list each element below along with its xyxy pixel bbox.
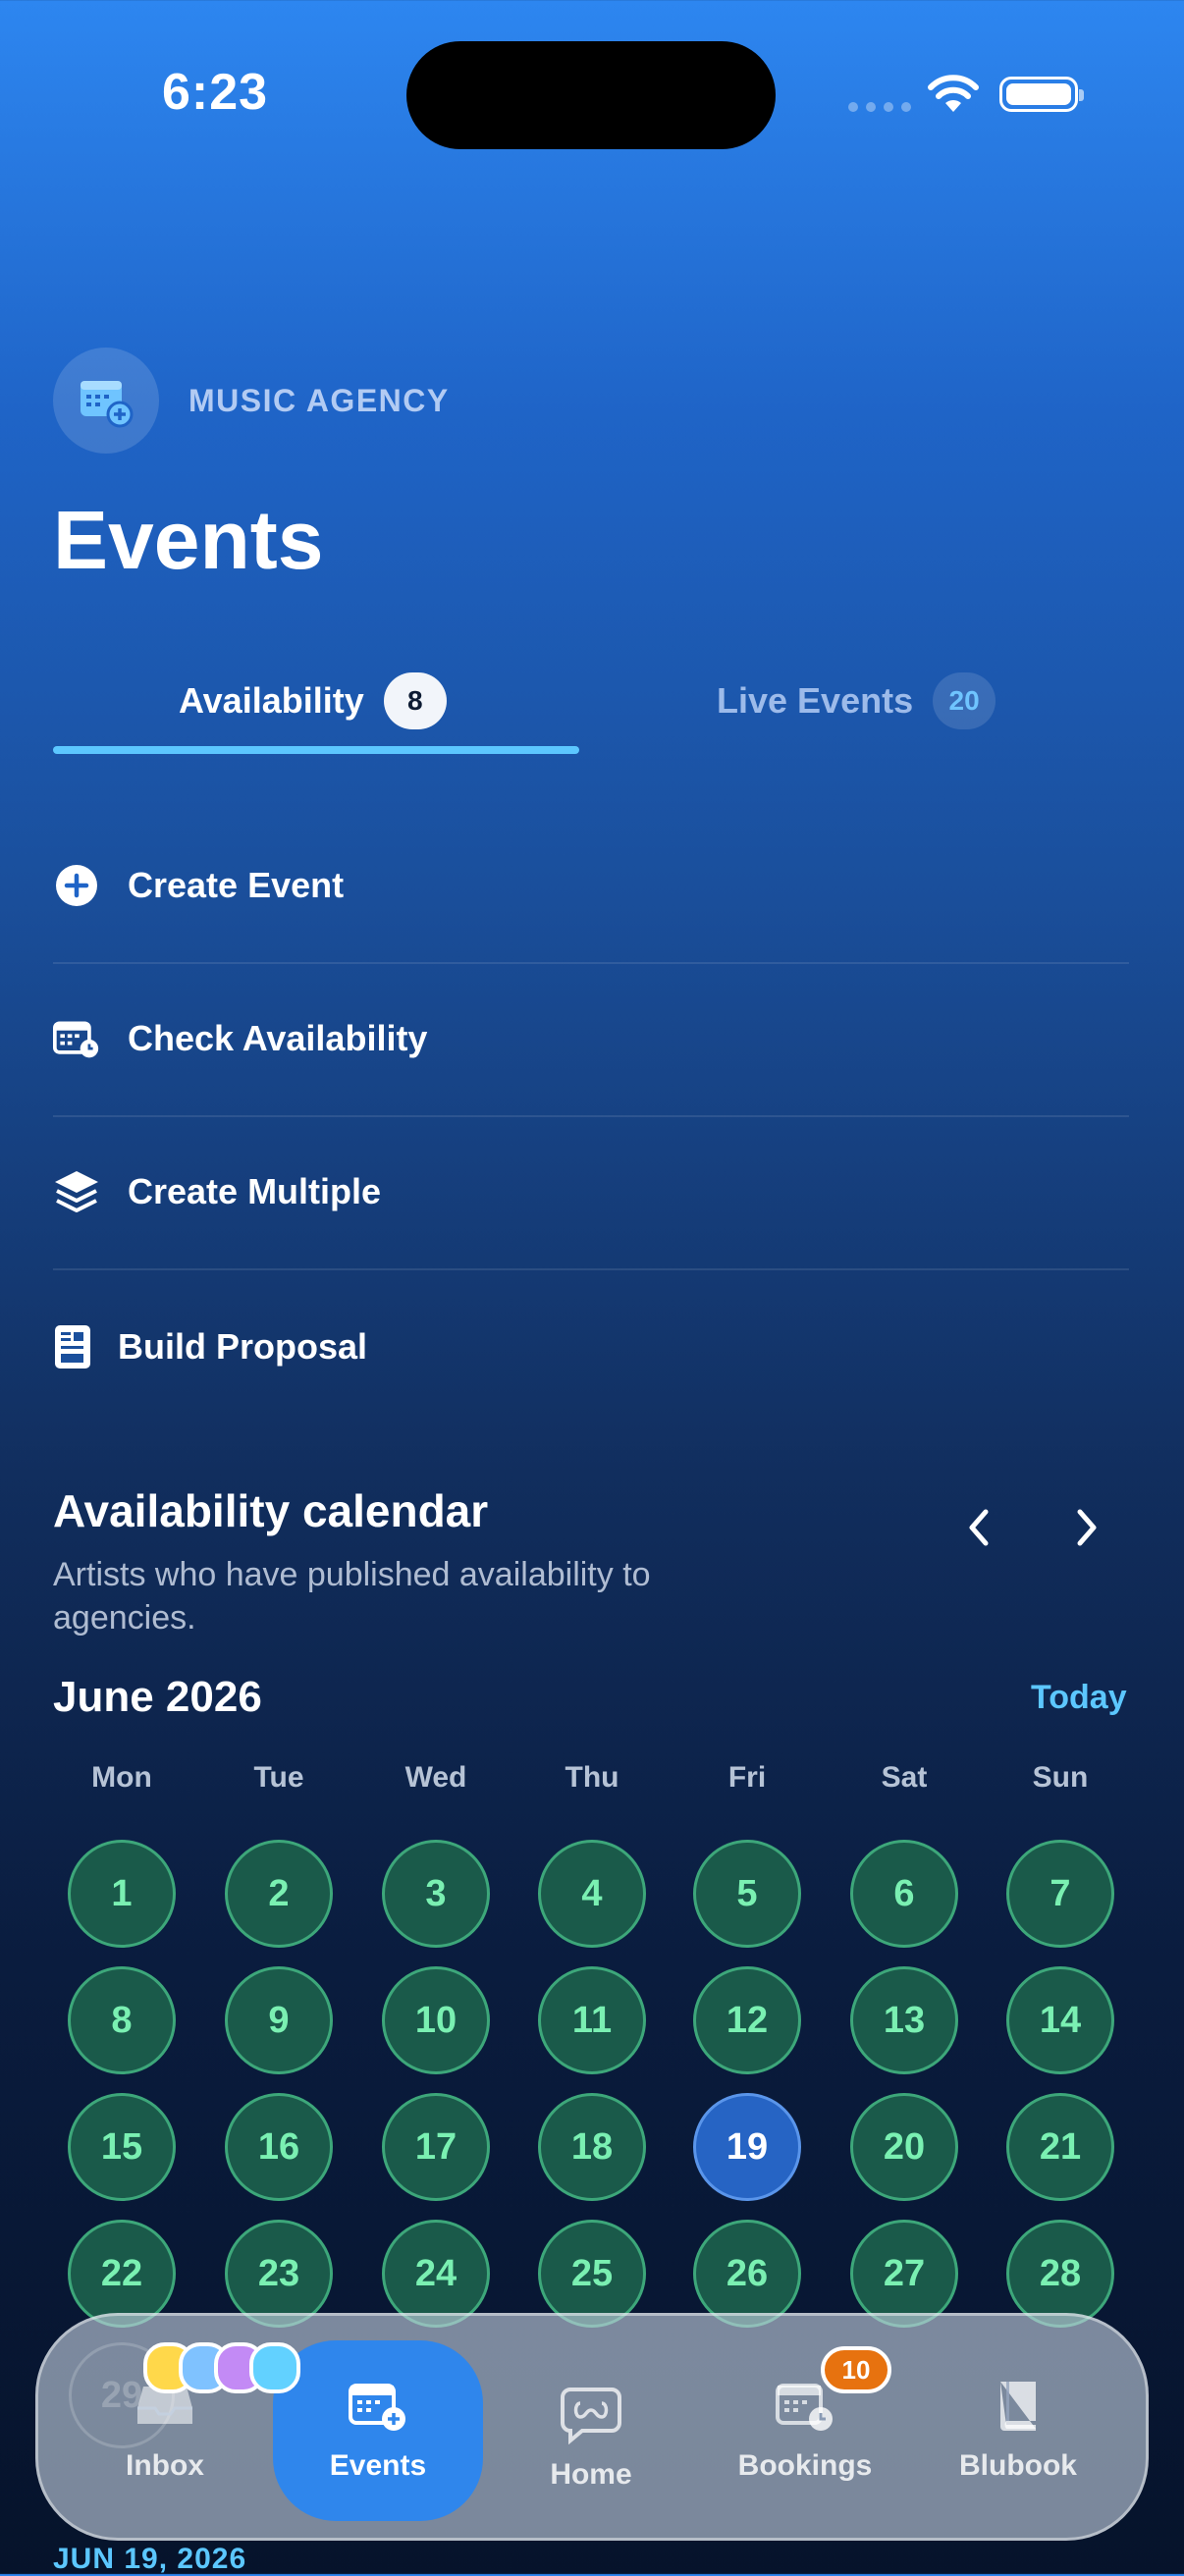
- calendar-day[interactable]: 1: [68, 1840, 176, 1948]
- calendar-day[interactable]: 23: [225, 2220, 333, 2328]
- next-month-button[interactable]: [1052, 1498, 1121, 1557]
- calendar-day[interactable]: 9: [225, 1966, 333, 2074]
- calendar-day[interactable]: 20: [850, 2093, 958, 2201]
- calendar-day[interactable]: 15: [68, 2093, 176, 2201]
- nav-label: Events: [329, 2449, 427, 2482]
- bookings-count-badge: 10: [821, 2346, 891, 2393]
- tab-count-badge: 8: [383, 672, 447, 729]
- chat-logo-icon: [561, 2380, 621, 2448]
- tab-label: Availability: [179, 680, 364, 721]
- action-label: Check Availability: [128, 1018, 428, 1058]
- weekday-label: Fri: [727, 1761, 767, 1794]
- calendar-day[interactable]: 6: [850, 1840, 958, 1948]
- agency-label: MUSIC AGENCY: [188, 383, 450, 418]
- layers-icon: [53, 1168, 100, 1215]
- weekday-label: Thu: [565, 1761, 619, 1794]
- nav-label: Inbox: [126, 2449, 204, 2482]
- calendar-day[interactable]: 14: [1006, 1966, 1114, 2074]
- action-label: Create Multiple: [128, 1171, 382, 1211]
- nav-home[interactable]: Home: [493, 2313, 689, 2541]
- calendar-day[interactable]: 18: [538, 2093, 646, 2201]
- calendar-day[interactable]: 26: [693, 2220, 801, 2328]
- chevron-right-icon: [1077, 1509, 1097, 1546]
- wifi-icon: [928, 75, 979, 112]
- calendar-plus-icon: [53, 348, 159, 454]
- calendar-day[interactable]: 25: [538, 2220, 646, 2328]
- calendar-day[interactable]: 13: [850, 1966, 958, 2074]
- calendar-day[interactable]: 8: [68, 1966, 176, 2074]
- document-icon: [53, 1323, 92, 1370]
- page-title: Events: [53, 494, 324, 586]
- calendar-day[interactable]: 2: [225, 1840, 333, 1948]
- dynamic-island: [406, 41, 776, 149]
- calendar-day[interactable]: 4: [538, 1840, 646, 1948]
- calendar-plus-icon: [347, 2371, 409, 2440]
- chevron-left-icon: [969, 1509, 989, 1546]
- nav-label: Home: [550, 2458, 632, 2491]
- calendar-title: Availability calendar: [53, 1485, 489, 1536]
- create-event-button[interactable]: Create Event: [53, 809, 1129, 962]
- tab-count-badge: 20: [933, 672, 996, 729]
- battery-icon: [999, 77, 1084, 112]
- calendar-subtitle: Artists who have published availability …: [53, 1556, 651, 1637]
- calendar-day[interactable]: 5: [693, 1840, 801, 1948]
- check-availability-button[interactable]: Check Availability: [53, 962, 1129, 1115]
- nav-label: Bookings: [737, 2449, 873, 2482]
- calendar-day[interactable]: 16: [225, 2093, 333, 2201]
- calendar-day[interactable]: 17: [382, 2093, 490, 2201]
- plus-circle-icon: [53, 862, 100, 909]
- book-icon: [995, 2371, 1042, 2440]
- action-label: Create Event: [128, 865, 345, 905]
- month-label: June 2026: [53, 1673, 262, 1721]
- calendar-day[interactable]: 22: [68, 2220, 176, 2328]
- selected-date-label: JUN 19, 2026: [53, 2543, 247, 2575]
- weekday-label: Sun: [1032, 1761, 1089, 1794]
- tab-label: Live Events: [717, 680, 914, 721]
- build-proposal-button[interactable]: Build Proposal: [53, 1270, 1129, 1423]
- cellular-signal-icon: [848, 102, 911, 112]
- weekday-label: Tue: [253, 1761, 304, 1794]
- calendar-clock-icon: [53, 1015, 100, 1062]
- calendar-day-selected[interactable]: 19: [693, 2093, 801, 2201]
- calendar-day[interactable]: 12: [693, 1966, 801, 2074]
- tab-live-events[interactable]: Live Events 20: [717, 671, 996, 730]
- nav-label: Blubook: [959, 2449, 1077, 2482]
- create-multiple-button[interactable]: Create Multiple: [53, 1115, 1129, 1268]
- calendar-day[interactable]: 28: [1006, 2220, 1114, 2328]
- nav-events[interactable]: Events: [280, 2313, 476, 2541]
- weekday-label: Sat: [881, 1761, 928, 1794]
- active-tab-indicator: [53, 746, 579, 754]
- status-time: 6:23: [162, 64, 269, 121]
- today-button[interactable]: Today: [1031, 1679, 1127, 1717]
- tab-availability[interactable]: Availability 8: [179, 671, 447, 730]
- calendar-day[interactable]: 27: [850, 2220, 958, 2328]
- action-label: Build Proposal: [118, 1326, 368, 1367]
- calendar-day[interactable]: 11: [538, 1966, 646, 2074]
- previous-month-button[interactable]: [944, 1498, 1013, 1557]
- nav-blubook[interactable]: Blubook: [920, 2313, 1116, 2541]
- calendar-day[interactable]: 3: [382, 1840, 490, 1948]
- calendar-day[interactable]: 24: [382, 2220, 490, 2328]
- avatar-stack: [143, 2342, 300, 2393]
- weekday-label: Wed: [404, 1761, 467, 1794]
- calendar-day[interactable]: 10: [382, 1966, 490, 2074]
- calendar-day[interactable]: 21: [1006, 2093, 1114, 2201]
- weekday-label: Mon: [91, 1761, 152, 1794]
- calendar-day[interactable]: 7: [1006, 1840, 1114, 1948]
